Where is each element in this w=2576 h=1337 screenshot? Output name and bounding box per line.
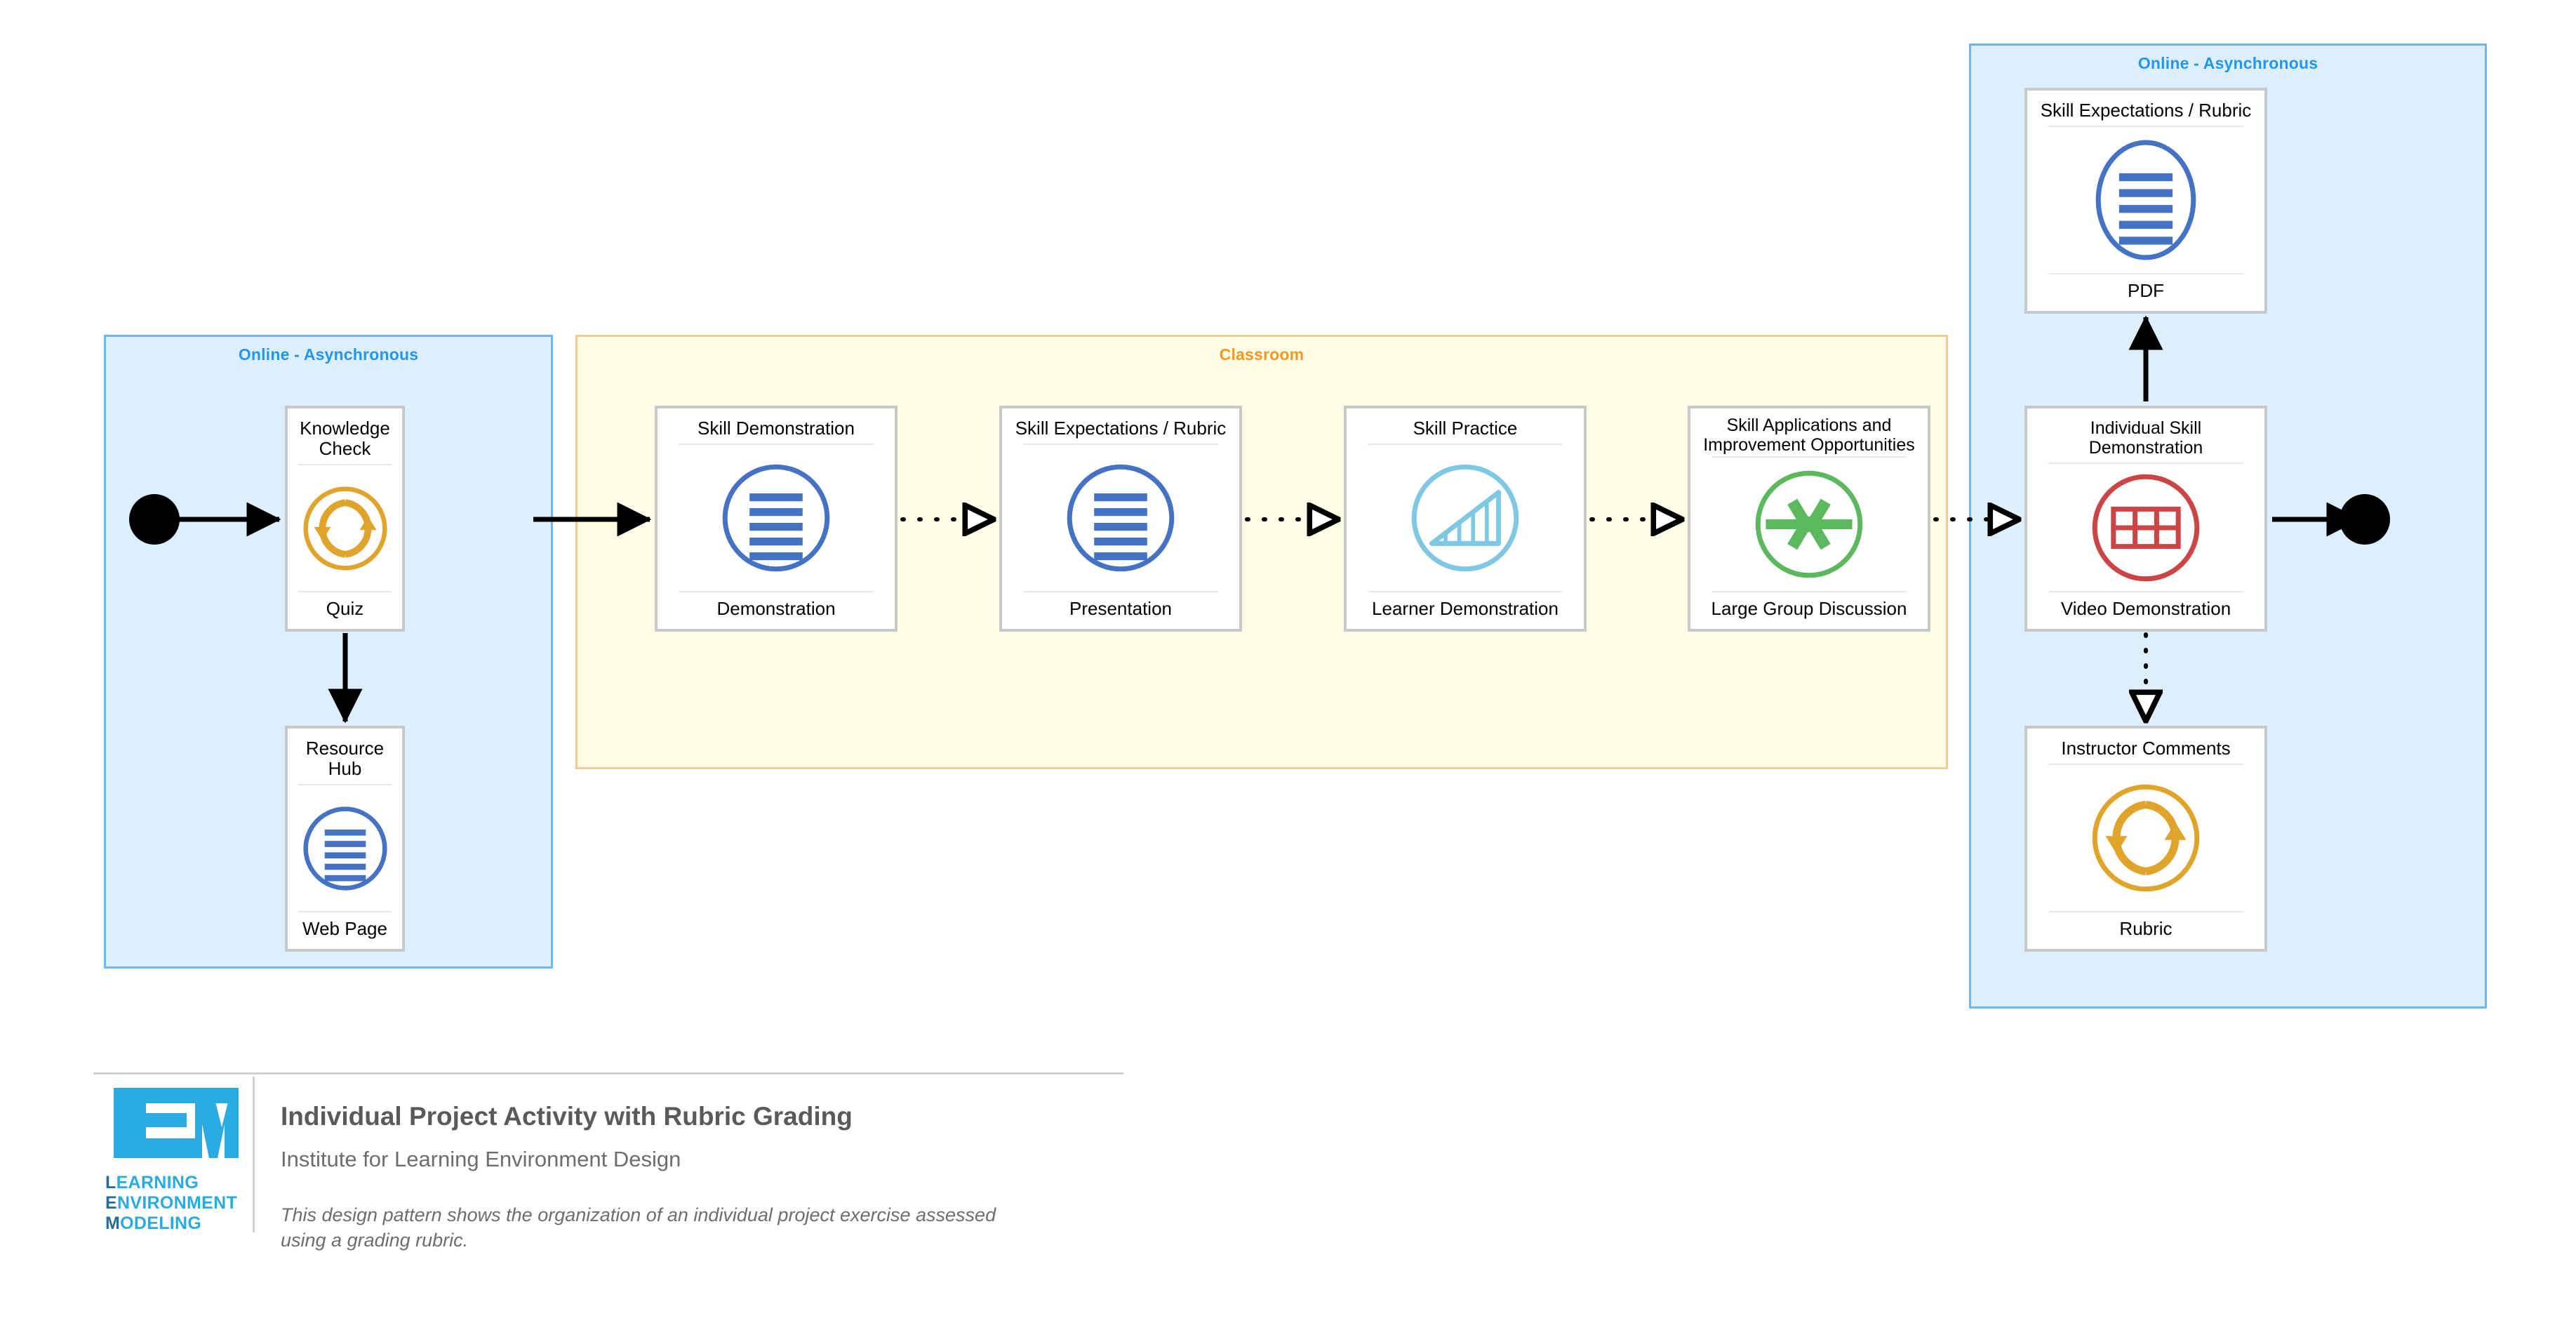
lem-logo-line-2-rest: NVIRONMENT <box>116 1193 238 1213</box>
footer-subtitle: Institute for Learning Environment Desig… <box>281 1147 681 1171</box>
lem-logo-line-2-initial: E <box>105 1193 117 1213</box>
footer-top-rule <box>93 1072 1123 1075</box>
footer-title: Individual Project Activity with Rubric … <box>281 1102 853 1131</box>
footer-block: LEARNING ENVIRONMENT MODELING Individual… <box>0 0 2576 1337</box>
lem-logo-line-1-rest: EARNING <box>116 1173 199 1192</box>
lem-logo-wordmark: LEARNING ENVIRONMENT MODELING <box>105 1173 239 1234</box>
lem-logo-line-2: ENVIRONMENT <box>105 1193 239 1213</box>
lem-logo-line-1-initial: L <box>105 1173 116 1192</box>
lem-logo-line-3: MODELING <box>105 1213 239 1234</box>
diagram-canvas: Online - Asynchronous Classroom Online -… <box>0 0 2576 1337</box>
footer-description: This design pattern shows the organizati… <box>281 1204 996 1251</box>
lem-logo-line-3-initial: M <box>105 1213 121 1233</box>
footer-vertical-divider <box>253 1077 255 1232</box>
lem-logo-line-3-rest: ODELING <box>120 1213 202 1233</box>
lem-logo-line-1: LEARNING <box>105 1173 239 1193</box>
lem-logo-mark <box>114 1088 239 1158</box>
lem-logo: LEARNING ENVIRONMENT MODELING <box>105 1084 239 1233</box>
